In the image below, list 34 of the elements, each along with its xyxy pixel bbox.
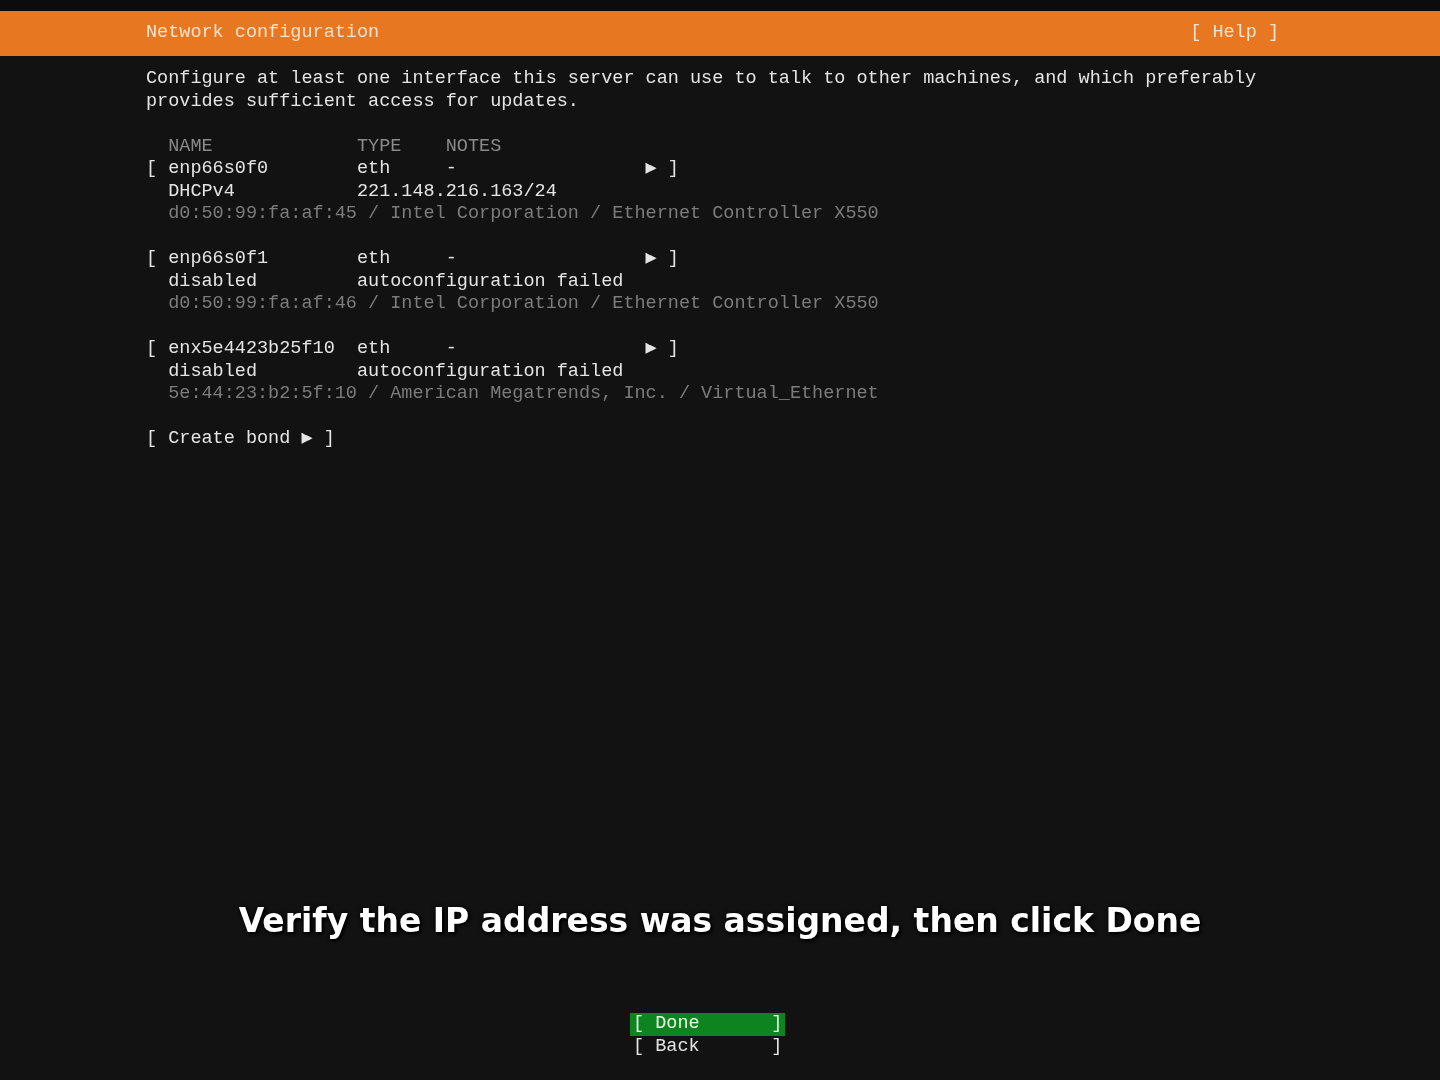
bracket-text: [ xyxy=(146,158,159,181)
bracket-text: [ xyxy=(146,248,159,271)
interface-address: autoconfiguration failed xyxy=(356,270,624,293)
interface-name[interactable]: enx5e4423b25f10 xyxy=(168,338,357,361)
interface-type: eth xyxy=(356,248,392,271)
column-header: NAME xyxy=(168,135,214,158)
expand-arrow[interactable]: ▶ ] xyxy=(645,338,679,361)
interface-address: autoconfiguration failed xyxy=(356,360,624,383)
interface-status: DHCPv4 xyxy=(168,180,236,203)
interface-type: eth xyxy=(356,338,392,361)
create-bond-button[interactable]: Create bond ▶ ] xyxy=(168,428,335,451)
column-header: TYPE xyxy=(356,135,403,158)
menu-button[interactable]: [ Done ] xyxy=(630,1013,786,1036)
interface-details: 5e:44:23:b2:5f:10 / American Megatrends, Inc. / Virtual_Ethernet xyxy=(168,383,879,406)
interface-status: disabled xyxy=(168,270,259,293)
interface-name[interactable]: enp66s0f0 xyxy=(168,158,357,181)
interface-status: disabled xyxy=(168,360,259,383)
interface-notes: - xyxy=(445,158,458,181)
interface-name[interactable]: enp66s0f1 xyxy=(168,248,357,271)
interface-details: d0:50:99:fa:af:46 / Intel Corporation / Ethernet Controller X550 xyxy=(168,293,879,316)
interface-type: eth xyxy=(356,158,392,181)
interface-notes: - xyxy=(445,248,458,271)
expand-arrow[interactable]: ▶ ] xyxy=(645,158,679,181)
description-text: Configure at least one interface this server can use to talk to other machines, and which preferably provides sufficient access for updates. xyxy=(146,68,1258,113)
bracket-text: [ xyxy=(146,428,159,451)
expand-arrow[interactable]: ▶ ] xyxy=(645,248,679,271)
screen-title: Network configuration xyxy=(146,22,380,45)
interface-details: d0:50:99:fa:af:45 / Intel Corporation / Ethernet Controller X550 xyxy=(168,203,879,226)
column-header: NOTES xyxy=(445,135,503,158)
caption-text: Verify the IP address was assigned, then click Done xyxy=(238,901,1202,941)
menu-button[interactable]: [ Back ] xyxy=(630,1035,786,1058)
interface-notes: - xyxy=(445,338,458,361)
bracket-text: [ xyxy=(146,338,159,361)
interface-address: 221.148.216.163/24 xyxy=(356,180,557,203)
